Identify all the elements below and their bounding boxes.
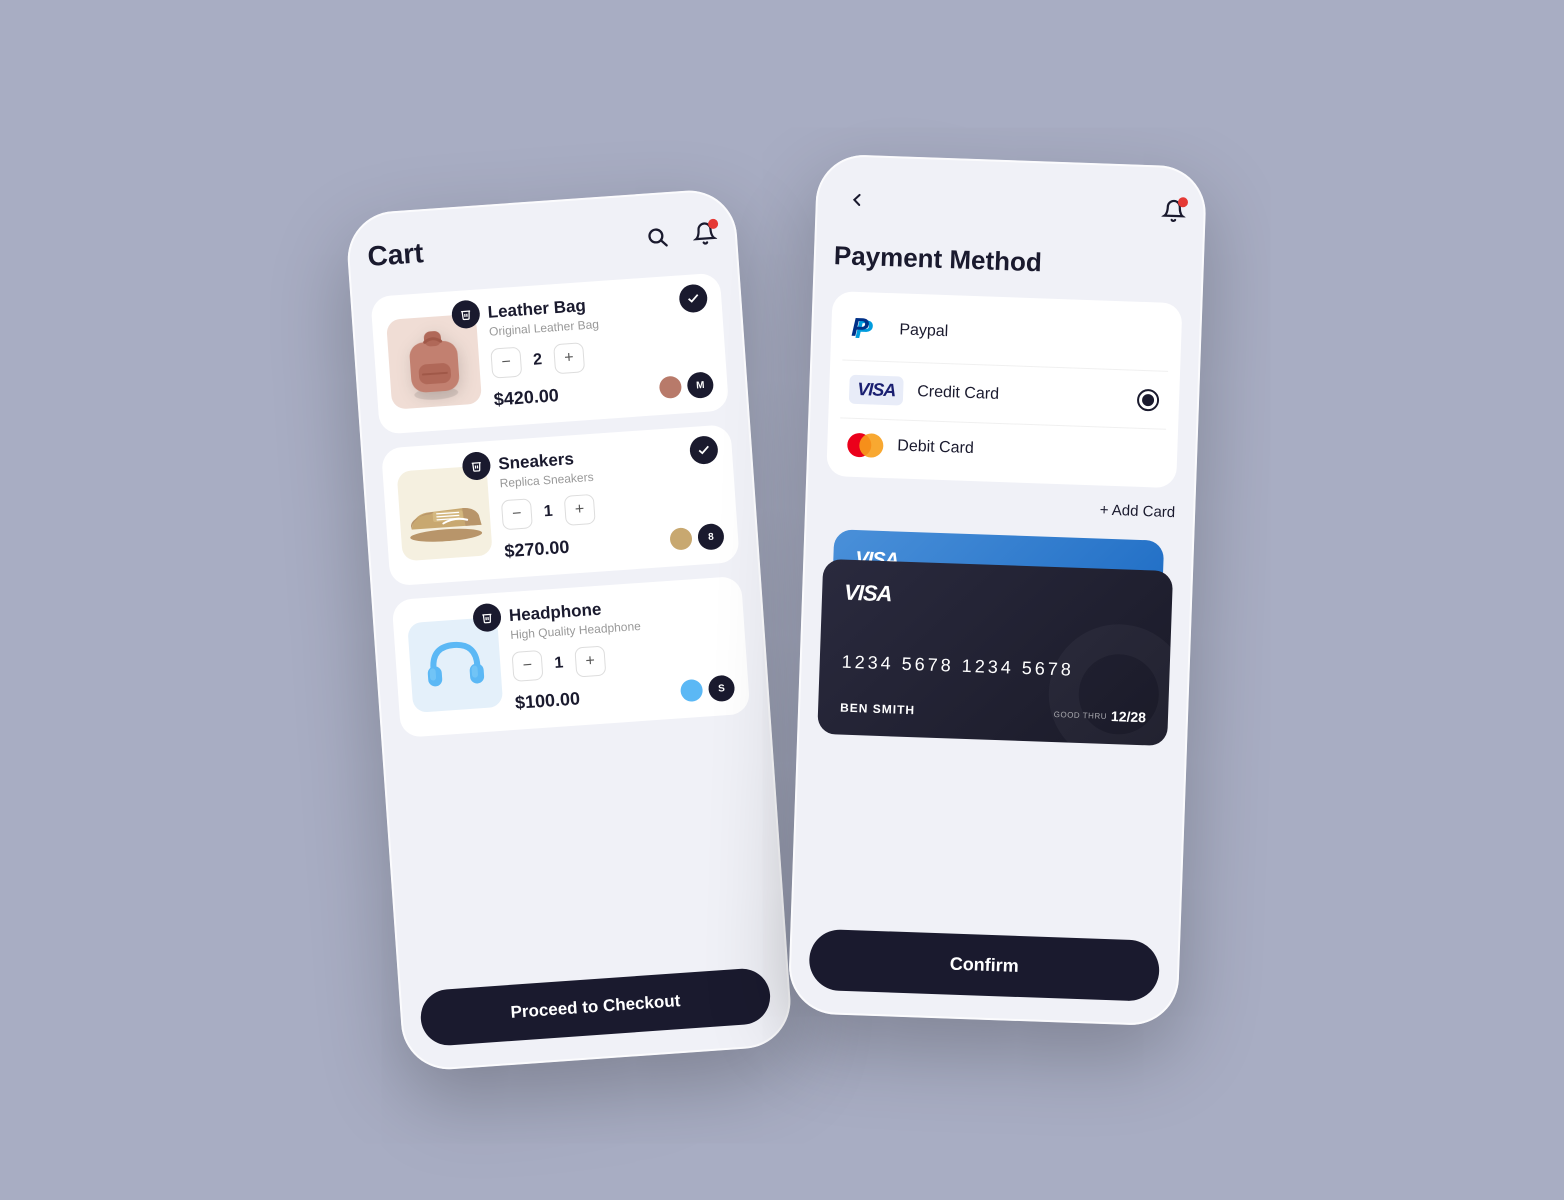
- leather-bag-options: M: [659, 371, 715, 401]
- headphone-size: S: [708, 675, 736, 703]
- leather-bag-price: $420.00: [493, 385, 559, 410]
- sneakers-info: Sneakers Replica Sneakers − 1 + $270.00 …: [498, 439, 725, 564]
- paypal-option[interactable]: P P Paypal: [842, 297, 1170, 371]
- headphone-info: Headphone High Quality Headphone − 1 + $…: [508, 591, 735, 716]
- credit-card-radio[interactable]: [1137, 388, 1160, 411]
- sneakers-price: $270.00: [504, 536, 570, 561]
- mc-circle-right: [859, 433, 884, 458]
- back-button[interactable]: [835, 178, 878, 221]
- sneakers-quantity: 1: [543, 503, 553, 522]
- cart-header: Cart: [366, 213, 718, 277]
- cart-title: Cart: [366, 237, 424, 273]
- cart-item-headphone: Headphone High Quality Headphone − 1 + $…: [392, 576, 751, 738]
- leather-bag-price-row: $420.00 M: [493, 371, 714, 412]
- leather-bag-color: [659, 376, 682, 399]
- payment-phone: Payment Method P P Paypal VISA Credit Ca: [787, 153, 1207, 1026]
- sneakers-increase-button[interactable]: +: [564, 494, 596, 526]
- leather-bag-info: Leather Bag Original Leather Bag − 2 + $…: [487, 288, 714, 413]
- sneakers-options: 8: [669, 523, 725, 553]
- confirm-button[interactable]: Confirm: [808, 929, 1160, 1002]
- leather-bag-increase-button[interactable]: +: [553, 342, 585, 374]
- dark-card-visa-logo: VISA: [844, 580, 1151, 617]
- leather-bag-quantity: 2: [533, 351, 543, 370]
- mastercard-icon: [847, 433, 884, 458]
- headphone-price: $100.00: [514, 688, 580, 713]
- search-button[interactable]: [636, 215, 679, 258]
- cart-item-sneakers: Sneakers Replica Sneakers − 1 + $270.00 …: [381, 424, 740, 586]
- visa-icon: VISA: [849, 375, 904, 406]
- card-watermark: [1046, 622, 1173, 746]
- leather-bag-quantity-row: − 2 +: [490, 333, 712, 378]
- headphone-price-row: $100.00 S: [514, 675, 735, 716]
- cart-header-icons: [636, 213, 719, 258]
- paypal-icon: P P: [851, 312, 886, 347]
- payment-notification-button[interactable]: [1161, 199, 1186, 224]
- payment-header: [835, 178, 1186, 232]
- sneakers-decrease-button[interactable]: −: [501, 498, 533, 530]
- debit-card-label: Debit Card: [897, 437, 1157, 464]
- cards-stack: VISA VISA 1234 5678 1234 5678 BEN SMITH …: [817, 529, 1174, 741]
- headphone-color: [680, 679, 703, 702]
- sneakers-color: [669, 527, 692, 550]
- dark-card[interactable]: VISA 1234 5678 1234 5678 BEN SMITH GOOD …: [817, 559, 1173, 746]
- sneakers-price-row: $270.00 8: [504, 523, 725, 564]
- notification-badge: [708, 219, 719, 230]
- radio-inner: [1142, 393, 1154, 405]
- headphone-decrease-button[interactable]: −: [511, 650, 543, 682]
- paypal-label: Paypal: [899, 321, 1161, 348]
- payment-title: Payment Method: [833, 240, 1184, 283]
- cart-item-leather-bag: Leather Bag Original Leather Bag − 2 + $…: [370, 273, 729, 435]
- checkout-button[interactable]: Proceed to Checkout: [419, 967, 772, 1047]
- debit-card-option[interactable]: Debit Card: [838, 418, 1166, 481]
- headphone-options: S: [680, 675, 736, 705]
- credit-card-label: Credit Card: [917, 383, 1123, 408]
- sneakers-size: 8: [697, 523, 725, 551]
- card-holder: BEN SMITH: [840, 701, 915, 718]
- add-card-label: + Add Card: [1099, 502, 1175, 522]
- headphone-increase-button[interactable]: +: [574, 646, 606, 678]
- notification-button[interactable]: [692, 221, 718, 247]
- leather-bag-size: M: [686, 371, 714, 399]
- leather-bag-decrease-button[interactable]: −: [490, 347, 522, 379]
- cart-phone: Cart: [345, 187, 794, 1072]
- sneakers-quantity-row: − 1 +: [501, 485, 723, 530]
- headphone-quantity: 1: [554, 654, 564, 673]
- payment-notification-badge: [1178, 197, 1188, 207]
- add-card-button[interactable]: + Add Card: [825, 492, 1175, 521]
- headphone-quantity-row: − 1 +: [511, 637, 733, 682]
- payment-options-list: P P Paypal VISA Credit Card: [826, 291, 1182, 488]
